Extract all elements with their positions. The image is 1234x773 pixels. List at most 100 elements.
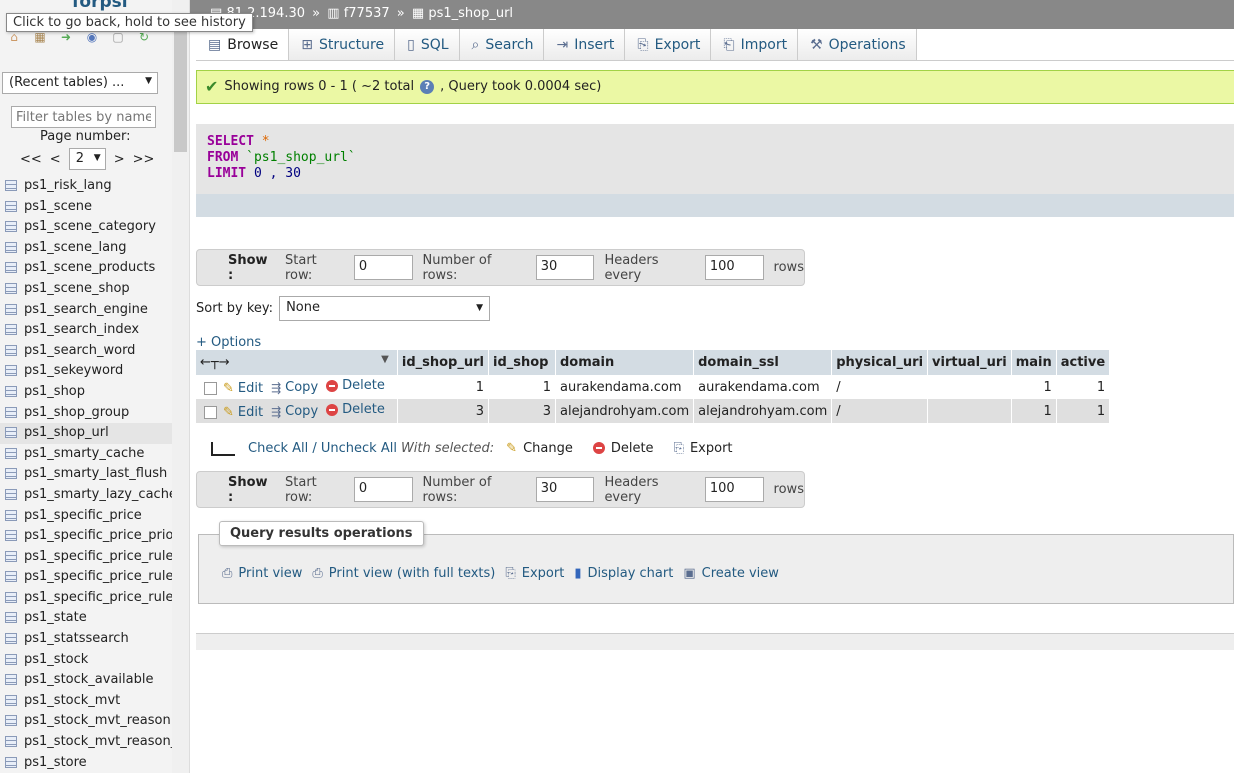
table-list-item[interactable]: ps1_state: [0, 608, 172, 629]
docs-icon[interactable]: ▢: [110, 30, 126, 44]
table-icon[interactable]: [5, 736, 17, 748]
table-icon[interactable]: [5, 756, 17, 768]
table-list-item[interactable]: ps1_shop_group: [0, 403, 172, 424]
pager-prev[interactable]: <: [50, 152, 61, 167]
table-list-item[interactable]: ps1_sekeyword: [0, 361, 172, 382]
table-list-item[interactable]: ps1_specific_price_rule_c: [0, 567, 172, 588]
help-icon[interactable]: ?: [420, 80, 435, 94]
column-header-active[interactable]: active: [1056, 350, 1111, 375]
display-chart-link[interactable]: ▮ Display chart: [574, 566, 673, 581]
row-checkbox[interactable]: [204, 405, 217, 419]
cell-id-shop[interactable]: 3: [488, 399, 556, 423]
table-list-item[interactable]: ps1_search_engine: [0, 300, 172, 321]
table-icon[interactable]: [5, 530, 17, 542]
table-icon[interactable]: [5, 241, 17, 253]
tab-export[interactable]: ⎘ Export: [625, 29, 712, 61]
table-icon[interactable]: [5, 282, 17, 294]
table-icon[interactable]: [5, 488, 17, 500]
start-row-input[interactable]: 0: [353, 255, 413, 280]
table-list-item[interactable]: ps1_search_index: [0, 320, 172, 341]
column-header-domain-ssl[interactable]: domain_ssl: [693, 350, 833, 375]
column-header-id-shop[interactable]: id_shop: [488, 350, 556, 375]
exit-icon[interactable]: ➜: [58, 30, 74, 44]
table-icon[interactable]: [5, 385, 17, 397]
column-arrows-icon[interactable]: ←┬→: [200, 355, 230, 370]
table-list-item[interactable]: ps1_stock: [0, 650, 172, 671]
cell-main[interactable]: 1: [1011, 399, 1057, 423]
headers-every-input[interactable]: 100: [704, 477, 764, 502]
sql-select-keyword[interactable]: SELECT: [207, 134, 254, 149]
edit-button[interactable]: ✎ Edit: [223, 381, 263, 396]
table-list-item[interactable]: ps1_stock_mvt: [0, 691, 172, 712]
cell-domain[interactable]: aurakendama.com: [555, 375, 695, 399]
table-list-item[interactable]: ps1_shop_url: [0, 423, 172, 444]
databases-icon[interactable]: ▦: [32, 30, 48, 44]
cell-main[interactable]: 1: [1011, 375, 1057, 399]
table-icon[interactable]: [5, 612, 17, 624]
delete-button[interactable]: Delete: [592, 441, 654, 456]
edit-button[interactable]: ✎ Edit: [223, 405, 263, 420]
cell-domain-ssl[interactable]: aurakendama.com: [693, 375, 833, 399]
breadcrumb-table[interactable]: ps1_shop_url: [428, 6, 513, 21]
pager-next[interactable]: >: [114, 152, 125, 167]
table-list-item[interactable]: ps1_scene_lang: [0, 238, 172, 259]
table-icon[interactable]: [5, 180, 17, 191]
table-icon[interactable]: [5, 468, 17, 480]
print-view-link[interactable]: ⎙ Print view: [222, 566, 302, 581]
table-icon[interactable]: [5, 365, 17, 377]
filter-tables-input[interactable]: [11, 106, 156, 128]
table-list-item[interactable]: ps1_scene_shop: [0, 279, 172, 300]
table-list-item[interactable]: ps1_smarty_last_flush: [0, 464, 172, 485]
help-icon[interactable]: ◉: [84, 30, 100, 44]
table-list-item[interactable]: ps1_store: [0, 753, 172, 773]
table-icon[interactable]: [5, 324, 17, 336]
copy-button[interactable]: ⇶ Copy: [271, 380, 318, 395]
table-icon[interactable]: [5, 653, 17, 665]
tab-insert[interactable]: ⇥ Insert: [544, 29, 626, 61]
table-icon[interactable]: [5, 344, 17, 356]
table-icon[interactable]: [5, 571, 17, 583]
print-view-full-link[interactable]: ⎙ Print view (with full texts): [312, 566, 495, 581]
cell-id-shop-url[interactable]: 1: [397, 375, 489, 399]
check-all-link[interactable]: Check All / Uncheck All: [248, 441, 397, 456]
column-header-main[interactable]: main: [1011, 350, 1057, 375]
pager-last[interactable]: >>: [133, 152, 155, 167]
home-icon[interactable]: ⌂: [6, 30, 22, 44]
cell-physical-uri[interactable]: /: [831, 375, 929, 399]
tab-sql[interactable]: ▯ SQL: [395, 29, 460, 61]
columns-dropdown-icon[interactable]: ▼: [381, 354, 389, 365]
table-icon[interactable]: [5, 447, 17, 459]
row-checkbox[interactable]: [204, 381, 217, 395]
column-header-domain[interactable]: domain: [555, 350, 695, 375]
column-header-physical-uri[interactable]: physical_uri: [831, 350, 929, 375]
page-select[interactable]: 2 ▼: [68, 148, 106, 170]
nav-scrollbar[interactable]: [172, 0, 190, 773]
table-icon[interactable]: [5, 262, 17, 274]
sort-select[interactable]: None ▼: [279, 296, 491, 321]
cell-virtual-uri[interactable]: [927, 375, 1012, 399]
cell-active[interactable]: 1: [1056, 399, 1111, 423]
nav-scrollbar-thumb[interactable]: [174, 20, 187, 152]
table-icon[interactable]: [5, 550, 17, 562]
table-list-item[interactable]: ps1_scene: [0, 197, 172, 218]
delete-button[interactable]: Delete: [326, 402, 385, 417]
table-icon[interactable]: [5, 509, 17, 521]
table-icon[interactable]: [5, 674, 17, 686]
tab-browse[interactable]: ▤ Browse: [196, 29, 290, 61]
tab-structure[interactable]: ⊞ Structure: [289, 29, 396, 61]
table-icon[interactable]: [5, 633, 17, 645]
recent-tables-select[interactable]: (Recent tables) ... ▼: [2, 72, 158, 94]
column-header-virtual-uri[interactable]: virtual_uri: [927, 350, 1012, 375]
reload-icon[interactable]: ↻: [136, 30, 152, 44]
table-list-item[interactable]: ps1_stock_mvt_reason: [0, 711, 172, 732]
table-list-item[interactable]: ps1_stock_mvt_reason_la: [0, 732, 172, 753]
tab-search[interactable]: ⌕ Search: [459, 29, 545, 61]
export-link[interactable]: ⎘ Export: [505, 566, 564, 581]
table-list-item[interactable]: ps1_specific_price_priorit: [0, 526, 172, 547]
table-icon[interactable]: [5, 694, 17, 706]
table-list-item[interactable]: ps1_shop: [0, 382, 172, 403]
cell-domain[interactable]: alejandrohyam.com: [555, 399, 695, 423]
num-rows-input[interactable]: 30: [535, 255, 595, 280]
table-list-item[interactable]: ps1_specific_price_rule: [0, 547, 172, 568]
export-button[interactable]: ⎘ Export: [674, 441, 733, 456]
